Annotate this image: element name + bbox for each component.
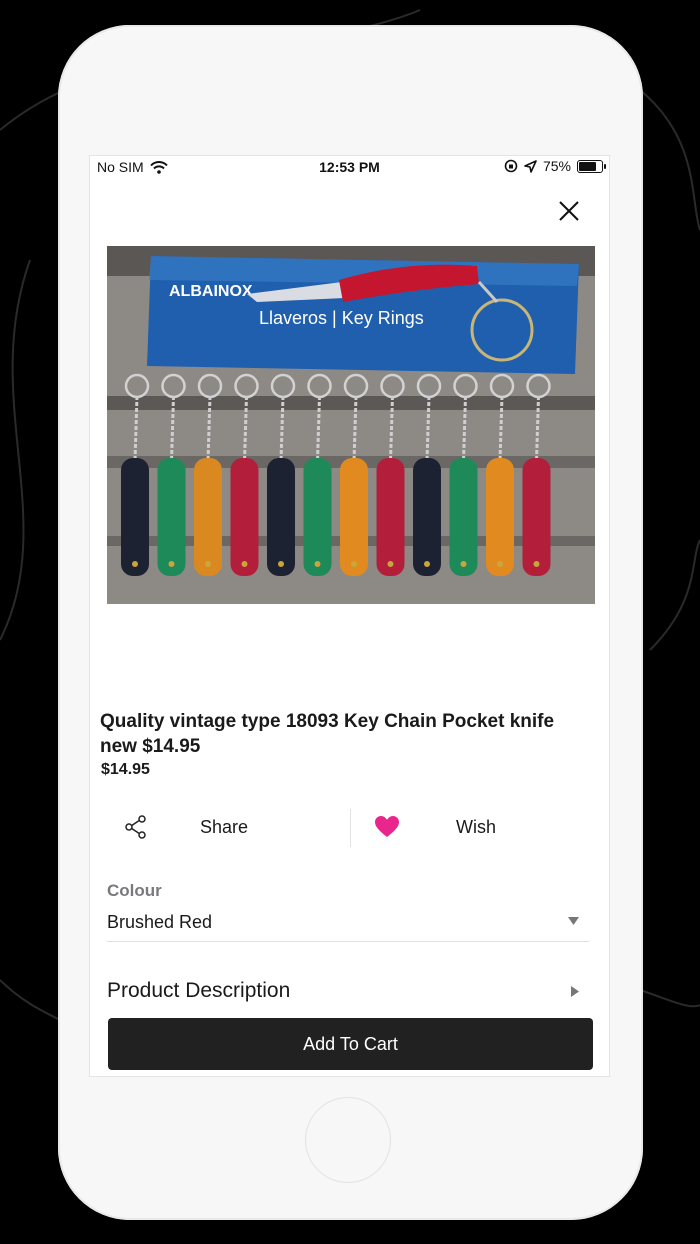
actions-divider <box>350 809 351 847</box>
colour-selected-value: Brushed Red <box>107 912 213 932</box>
product-price: $14.95 <box>101 761 150 778</box>
wish-button[interactable]: Wish <box>374 806 574 848</box>
keychain <box>462 395 467 462</box>
knife-handle <box>449 458 478 576</box>
battery-percent: 75% <box>542 158 571 174</box>
wish-label: Wish <box>456 817 496 837</box>
knife-handle <box>413 458 441 576</box>
knife-handle <box>157 458 186 576</box>
close-icon <box>559 201 579 221</box>
home-button[interactable] <box>305 1097 391 1183</box>
keychain <box>243 395 248 462</box>
knife-handle <box>376 458 405 576</box>
share-icon <box>125 815 146 839</box>
knife-rivet <box>351 561 357 567</box>
knife-rivet <box>168 561 175 567</box>
knife-handle <box>121 458 149 576</box>
keychain <box>425 395 431 462</box>
knife-handle <box>340 458 368 576</box>
image-card-text: Llaveros | Key Rings <box>259 308 424 328</box>
image-card-brand: ALBAINOX <box>169 283 253 300</box>
knife-rivet <box>424 561 430 567</box>
keychain <box>170 395 175 462</box>
knife-rivet <box>497 561 503 567</box>
battery-icon <box>577 159 606 173</box>
colour-label: Colour <box>107 881 162 900</box>
keychain <box>352 395 358 462</box>
keychain <box>498 395 504 462</box>
knife-rivet <box>314 561 321 567</box>
share-label: Share <box>200 817 249 837</box>
knife-rivet <box>387 561 394 567</box>
knife-handle <box>267 458 295 576</box>
keychain <box>279 395 285 462</box>
heart-icon <box>375 816 399 837</box>
keychain <box>206 395 212 462</box>
product-description-row[interactable]: Product Description <box>107 976 589 1010</box>
knife-handle <box>522 458 551 576</box>
knife-rivet <box>278 561 284 567</box>
app-screen: No SIM 12:53 PM 75% ALBAINOX Llaveros | … <box>89 155 610 1077</box>
add-to-cart-button[interactable]: Add To Cart <box>108 1018 593 1070</box>
knife-rivet <box>460 561 467 567</box>
knife-rivet <box>241 561 248 567</box>
chevron-down-icon <box>568 917 579 925</box>
location-icon <box>524 159 537 173</box>
knife-rivet <box>132 561 138 567</box>
colour-select[interactable]: Brushed Red <box>107 908 589 942</box>
keychain <box>535 395 540 462</box>
share-button[interactable]: Share <box>124 806 324 848</box>
product-image[interactable]: ALBAINOX Llaveros | Key Rings <box>107 246 595 604</box>
chevron-right-icon <box>571 986 579 997</box>
keychain <box>133 395 139 462</box>
knife-handle <box>230 458 259 576</box>
knife-handle <box>486 458 514 576</box>
knife-handle <box>303 458 332 576</box>
knife-handle <box>194 458 222 576</box>
close-button[interactable] <box>556 198 582 224</box>
product-title: Quality vintage type 18093 Key Chain Poc… <box>100 711 555 757</box>
status-bar: No SIM 12:53 PM 75% <box>90 156 609 180</box>
orientation-lock-icon <box>504 159 518 173</box>
knife-rivet <box>533 561 540 567</box>
keychain <box>389 395 394 462</box>
keychain <box>316 395 321 462</box>
knife-rivet <box>205 561 211 567</box>
product-actions: Share Wish <box>90 806 609 848</box>
product-description-label: Product Description <box>107 979 291 1002</box>
